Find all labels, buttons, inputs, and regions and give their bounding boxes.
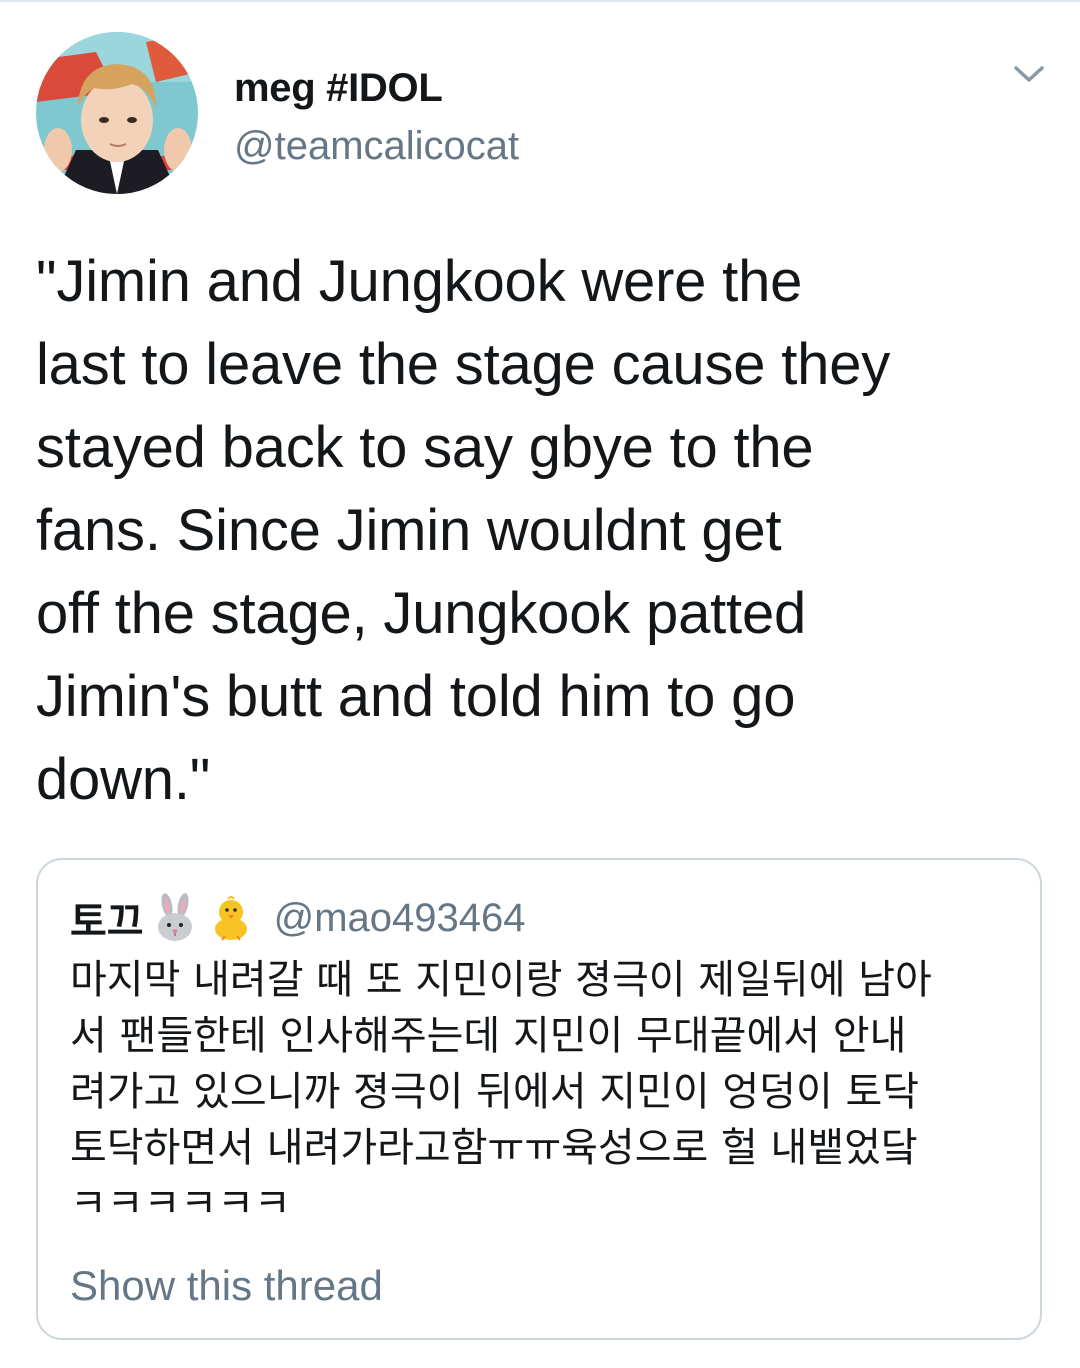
chevron-down-icon[interactable] <box>1004 58 1054 94</box>
tweet-text-line: Jimin's butt and told him to go <box>36 664 796 729</box>
divider <box>0 0 1080 2</box>
avatar[interactable] <box>36 32 198 194</box>
quoted-text-line: ㅋㅋㅋㅋㅋㅋ <box>70 1181 291 1227</box>
quoted-text-line: 려가고 있으니까 졍극이 뒤에서 지민이 엉덩이 토닥 <box>70 1069 920 1115</box>
quoted-tweet-text: 마지막 내려갈 때 또 지민이랑 졍극이 제일뒤에 남아 서 팬들한테 인사해주… <box>70 952 1030 1232</box>
tweet: meg #IDOL @teamcalicocat "Jimin and Jung… <box>0 0 1080 1368</box>
quoted-text-line: 마지막 내려갈 때 또 지민이랑 졍극이 제일뒤에 남아 <box>70 957 932 1003</box>
rabbit-face-icon <box>150 893 200 943</box>
tweet-text-line: down." <box>36 747 211 812</box>
quoted-text-line: 서 팬들한테 인사해주는데 지민이 무대끝에서 안내 <box>70 1013 907 1059</box>
tweet-text-line: off the stage, Jungkook patted <box>36 581 807 646</box>
author-handle[interactable]: @teamcalicocat <box>234 122 519 170</box>
quoted-author-name: 토끄 <box>70 899 144 945</box>
profile-photo-icon <box>36 32 198 194</box>
quoted-tweet-header: 토끄 @mao493464 <box>70 890 526 946</box>
tweet-text-line: fans. Since Jimin wouldnt get <box>36 498 782 563</box>
quoted-author-handle: @mao493464 <box>273 895 526 940</box>
tweet-text: "Jimin and Jungkook were the last to lea… <box>36 240 1046 821</box>
tweet-text-line: "Jimin and Jungkook were the <box>36 249 803 314</box>
baby-chick-icon <box>206 893 256 943</box>
author-display-name[interactable]: meg #IDOL <box>234 64 443 112</box>
quoted-tweet-card[interactable]: 토끄 @mao493464 마지막 내려갈 때 또 지민이랑 졍극이 제일뒤에 … <box>36 858 1042 1340</box>
quoted-text-line: 토닥하면서 내려가라고함ㅠㅠ육성으로 헐 내뱉었닼 <box>70 1125 918 1171</box>
tweet-text-line: last to leave the stage cause they <box>36 332 891 397</box>
show-thread-link[interactable]: Show this thread <box>70 1258 383 1314</box>
tweet-text-line: stayed back to say gbye to the <box>36 415 814 480</box>
